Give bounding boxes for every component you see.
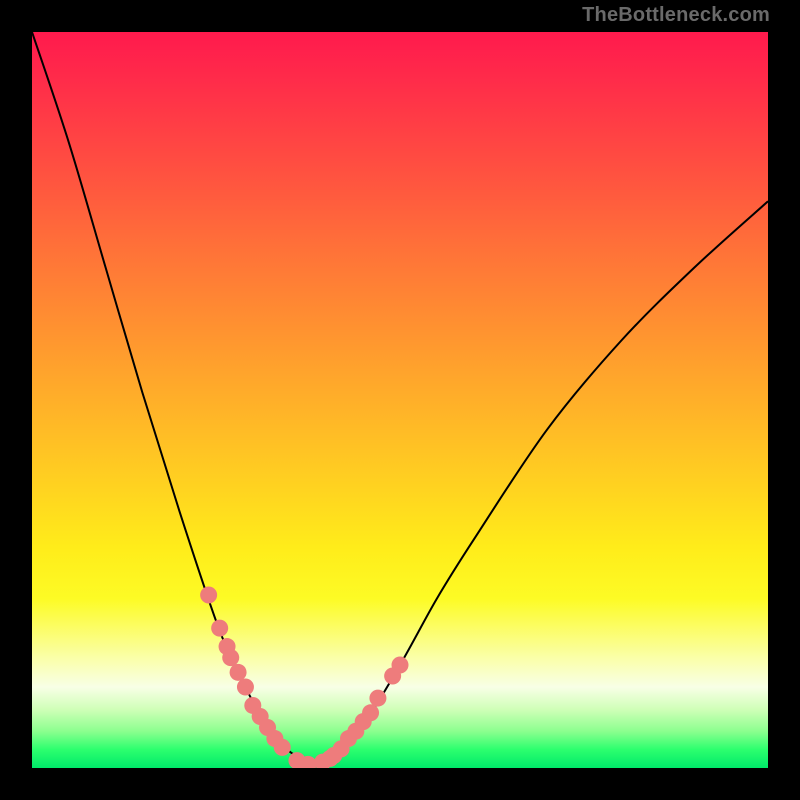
sample-dot bbox=[222, 649, 239, 666]
watermark-text: TheBottleneck.com bbox=[582, 4, 770, 27]
sample-dot bbox=[362, 704, 379, 721]
sample-dot bbox=[200, 587, 217, 604]
sample-dot bbox=[274, 739, 291, 756]
sample-dot bbox=[237, 679, 254, 696]
sample-dot bbox=[392, 656, 409, 673]
chart-frame: TheBottleneck.com bbox=[0, 0, 800, 800]
sample-dot bbox=[230, 664, 247, 681]
bottleneck-curve bbox=[32, 32, 768, 765]
sample-dot bbox=[211, 620, 228, 637]
curve-layer bbox=[32, 32, 768, 768]
sample-dot bbox=[369, 690, 386, 707]
plot-area bbox=[32, 32, 768, 768]
sample-dots bbox=[200, 587, 408, 768]
